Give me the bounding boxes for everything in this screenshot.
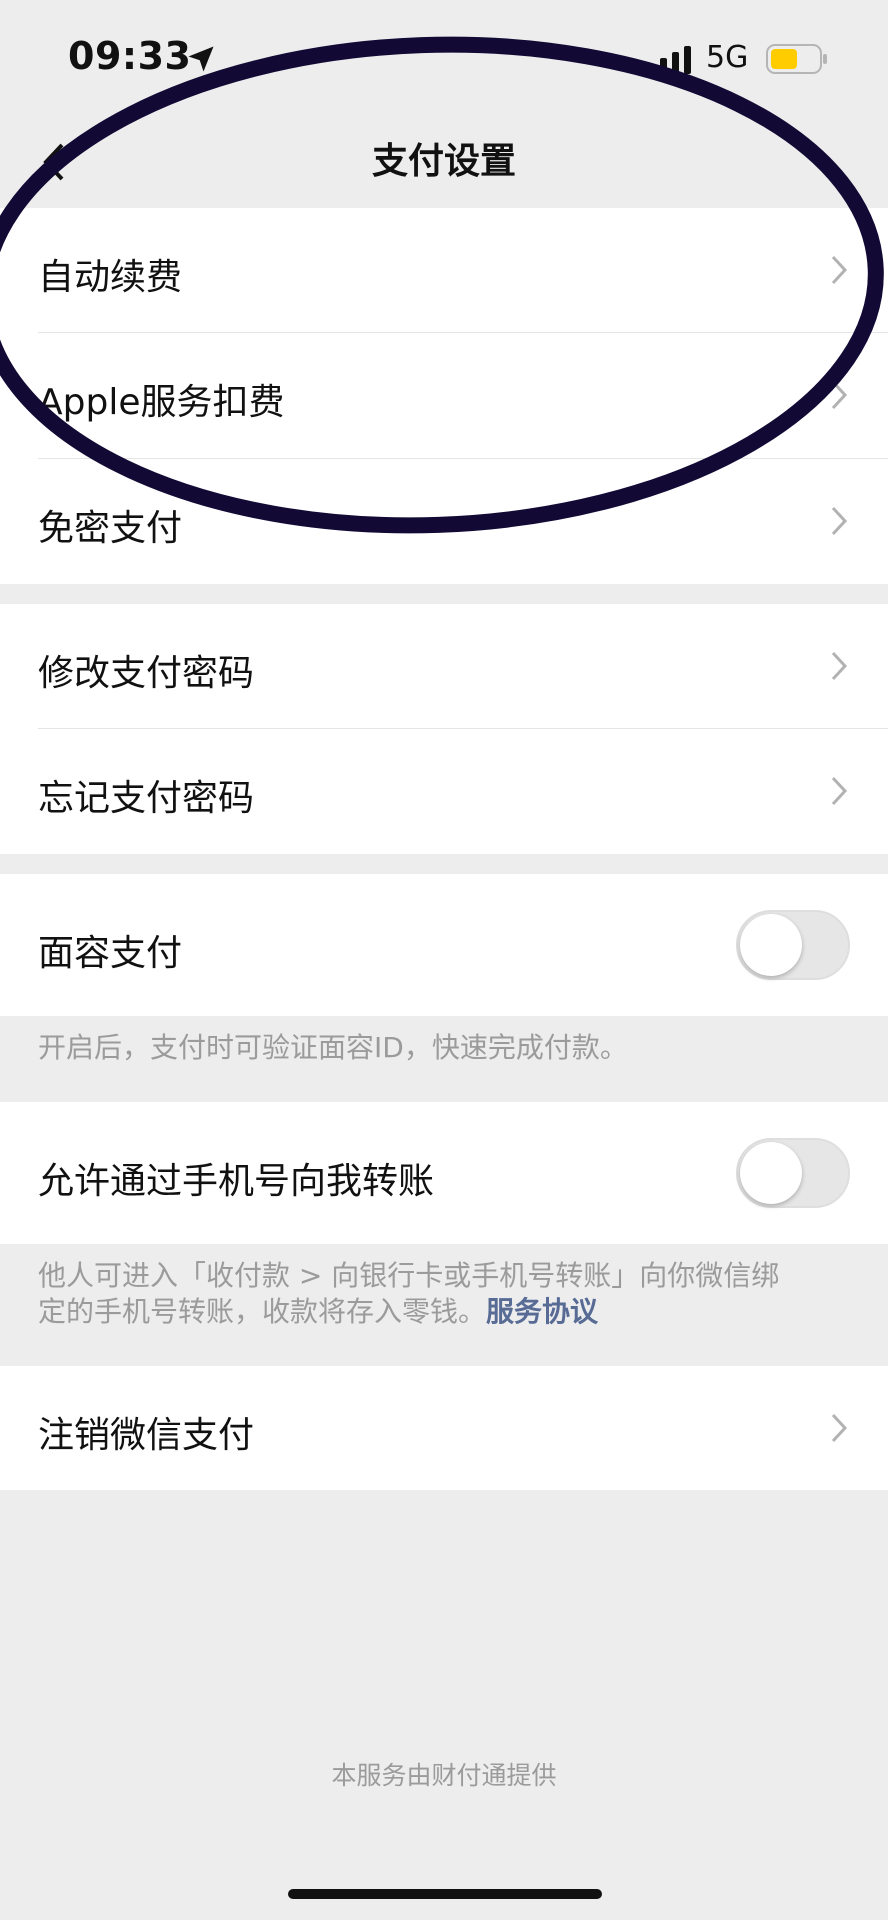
status-bar: 09:33 5G [0,0,888,110]
phone-transfer-note-line1: 他人可进入「收付款 > 向银行卡或手机号转账」向你微信绑 [38,1259,780,1292]
face-pay-note: 开启后，支付时可验证面容ID，快速完成付款。 [38,1031,628,1064]
face-pay-label: 面容支付 [38,933,183,974]
apple-service-deduction-item[interactable]: Apple服务扣费 [0,333,888,458]
face-pay-toggle[interactable] [736,910,850,980]
forgot-payment-password-label: 忘记支付密码 [38,778,255,819]
page-title: 支付设置 [371,141,516,182]
change-payment-password-item[interactable]: 修改支付密码 [0,604,888,728]
payment-password-group: 修改支付密码 忘记支付密码 [0,604,888,854]
status-time: 09:33 [68,34,192,78]
apple-service-deduction-label: Apple服务扣费 [38,382,285,423]
chevron-right-icon [831,380,848,410]
chevron-right-icon [831,1413,848,1443]
toggle-knob [740,1142,802,1204]
password-free-payment-item[interactable]: 免密支付 [0,459,888,584]
phone-transfer-note-line2: 定的手机号转账，收款将存入零钱。 [38,1295,487,1328]
change-payment-password-label: 修改支付密码 [38,653,255,694]
cancel-wechat-pay-label: 注销微信支付 [38,1415,255,1456]
signal-strength-icon [648,46,691,74]
face-pay-group: 面容支付 [0,874,888,1016]
auto-renewal-label: 自动续费 [38,257,183,298]
cancel-wechat-pay-item[interactable]: 注销微信支付 [0,1366,888,1490]
toggle-knob [740,914,802,976]
chevron-right-icon [831,651,848,681]
service-agreement-link[interactable]: 服务协议 [486,1295,598,1328]
footer-provider-text: 本服务由财付通提供 [331,1761,557,1790]
password-free-payment-label: 免密支付 [38,508,183,549]
phone-transfer-toggle[interactable] [736,1138,850,1208]
chevron-right-icon [831,506,848,536]
forgot-payment-password-item[interactable]: 忘记支付密码 [0,729,888,854]
cancel-pay-group: 注销微信支付 [0,1366,888,1490]
network-type: 5G [706,40,749,75]
battery-icon [766,44,827,74]
phone-transfer-note: 他人可进入「收付款 > 向银行卡或手机号转账」向你微信绑 定的手机号转账，收款将… [38,1258,858,1330]
chevron-right-icon [831,255,848,285]
location-arrow-icon [188,46,214,72]
chevron-right-icon [831,776,848,806]
phone-transfer-note-line2-wrap: 定的手机号转账，收款将存入零钱。服务协议 [38,1294,858,1330]
phone-transfer-label: 允许通过手机号向我转账 [38,1161,435,1202]
payment-deduction-group: 自动续费 Apple服务扣费 免密支付 [0,208,888,584]
phone-transfer-group: 允许通过手机号向我转账 [0,1102,888,1244]
home-indicator [288,1889,602,1899]
auto-renewal-item[interactable]: 自动续费 [0,208,888,332]
navigation-bar: 支付设置 [0,110,888,208]
